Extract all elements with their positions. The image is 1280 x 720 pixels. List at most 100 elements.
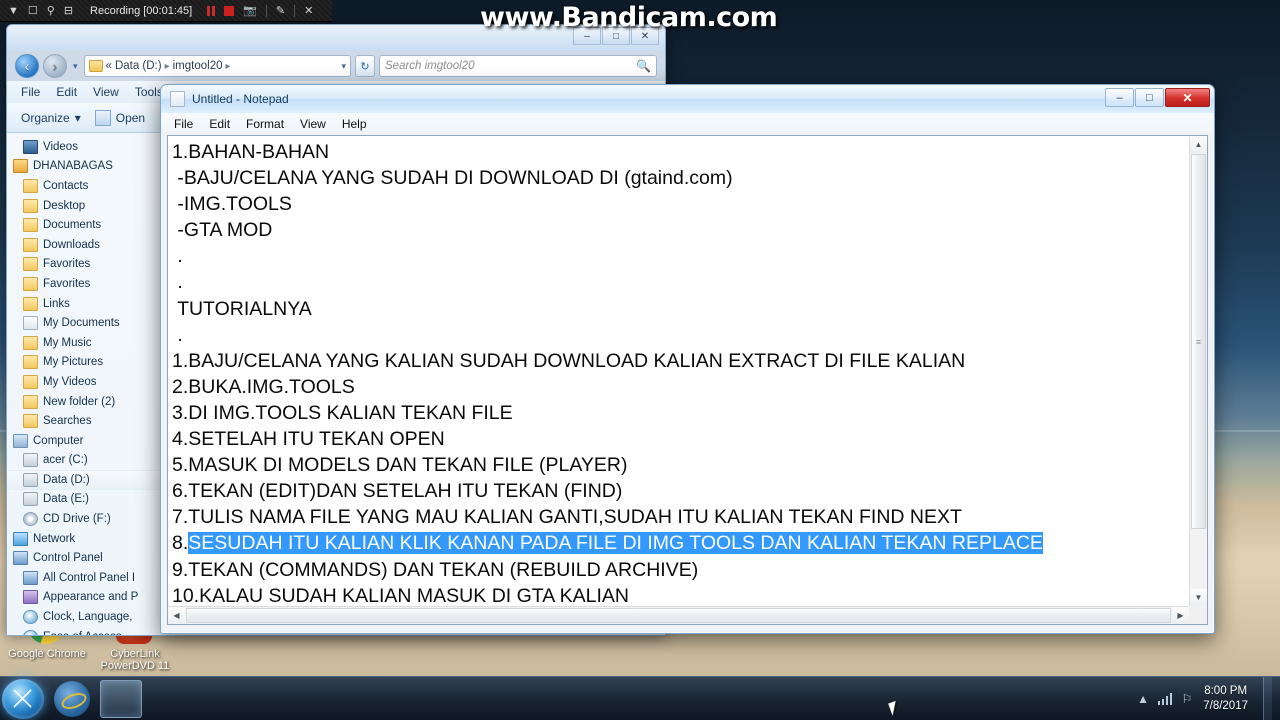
tree-item[interactable]: Videos: [7, 137, 170, 157]
taskbar-button-microsoft-word[interactable]: [144, 680, 186, 718]
tree-item[interactable]: Downloads: [7, 235, 170, 255]
explorer-minimize-button[interactable]: –: [573, 27, 601, 45]
menu-view[interactable]: View: [93, 85, 119, 99]
address-dropdown-icon[interactable]: ▾: [341, 61, 346, 72]
tree-item[interactable]: Favorites: [7, 274, 170, 294]
scroll-up-icon[interactable]: ▲: [1190, 136, 1207, 153]
show-desktop-button[interactable]: [1263, 676, 1272, 720]
tree-item[interactable]: My Videos: [7, 372, 170, 392]
pause-icon[interactable]: [207, 5, 216, 16]
tree-item[interactable]: Appearance and P: [7, 588, 170, 608]
notepad-minimize-button[interactable]: –: [1105, 88, 1134, 107]
region-icon[interactable]: ⊟: [64, 4, 73, 17]
address-chevrons-icon[interactable]: «: [106, 60, 112, 72]
caret-down-icon[interactable]: ▼: [8, 5, 19, 17]
taskbar-button-notepad[interactable]: [496, 680, 538, 718]
tree-item[interactable]: Links: [7, 294, 170, 314]
breadcrumb-imgtool20[interactable]: imgtool20: [173, 60, 223, 72]
taskbar-button-opera-browser[interactable]: [540, 680, 582, 718]
notepad-titlebar[interactable]: Untitled - Notepad – □ ✕: [161, 85, 1214, 113]
notepad-menu-help[interactable]: Help: [342, 117, 367, 131]
tree-item[interactable]: New folder (2): [7, 392, 170, 412]
tree-item[interactable]: My Pictures: [7, 353, 170, 373]
explorer-close-button[interactable]: ✕: [631, 27, 659, 45]
notepad-window[interactable]: Untitled - Notepad – □ ✕ File Edit Forma…: [160, 84, 1215, 634]
stop-icon[interactable]: [224, 5, 235, 16]
menu-edit[interactable]: Edit: [56, 85, 77, 99]
taskbar-button-chromium-browser[interactable]: [276, 680, 318, 718]
taskbar-button-winrar[interactable]: [408, 680, 450, 718]
tree-item[interactable]: All Control Panel I: [7, 568, 170, 588]
tree-item[interactable]: Favorites: [7, 255, 170, 275]
recent-pages-caret-icon[interactable]: ▾: [71, 61, 80, 72]
tree-item[interactable]: Desktop: [7, 196, 170, 216]
tree-item[interactable]: Searches: [7, 411, 170, 431]
explorer-maximize-button[interactable]: □: [602, 27, 630, 45]
tree-item[interactable]: Data (E:): [7, 490, 170, 510]
taskbar-button-vlc-media-player[interactable]: [628, 680, 670, 718]
forward-button[interactable]: ›: [43, 54, 67, 78]
organize-button[interactable]: Organize ▾: [21, 111, 81, 125]
taskbar-button-google-chrome[interactable]: [320, 680, 362, 718]
tree-item[interactable]: acer (C:): [7, 451, 170, 471]
tree-item[interactable]: Control Panel: [7, 548, 170, 568]
tree-item[interactable]: DHANABAGAS: [7, 157, 170, 177]
notepad-menu-view[interactable]: View: [300, 117, 326, 131]
explorer-titlebar[interactable]: – □ ✕: [7, 25, 665, 51]
navigation-pane[interactable]: Videos DHANABAGAS Contacts Desktop Documents…: [7, 133, 171, 635]
scroll-down-icon[interactable]: ▼: [1190, 589, 1207, 606]
notepad-maximize-button[interactable]: □: [1135, 88, 1164, 107]
internet-explorer-icon[interactable]: [54, 680, 90, 717]
magnifier-icon[interactable]: ⚲: [47, 4, 55, 17]
pencil-icon[interactable]: ✎: [276, 4, 285, 17]
tree-item[interactable]: Computer: [7, 431, 170, 451]
refresh-button[interactable]: ↻: [355, 55, 375, 77]
menu-file[interactable]: File: [21, 85, 40, 99]
signal-bars-icon[interactable]: [1157, 692, 1173, 705]
back-button[interactable]: ‹: [15, 54, 39, 78]
search-box[interactable]: Search imgtool20 🔍: [379, 55, 657, 77]
tree-item[interactable]: Contacts: [7, 176, 170, 196]
clock[interactable]: 8:00 PM 7/8/2017: [1201, 684, 1248, 714]
folder-icon: [23, 414, 38, 429]
notepad-menu-file[interactable]: File: [174, 117, 193, 131]
taskbar-button-media-player[interactable]: [188, 680, 230, 718]
close-icon[interactable]: ✕: [304, 4, 313, 17]
notepad-menu-format[interactable]: Format: [246, 117, 284, 131]
notepad-menu-edit[interactable]: Edit: [209, 117, 230, 131]
menu-tools[interactable]: Tools: [135, 85, 163, 99]
notepad-text-area[interactable]: 1.BAHAN-BAHAN -BAJU/CELANA YANG SUDAH DI…: [168, 136, 1189, 606]
address-bar[interactable]: « Data (D:) ▸ imgtool20 ▸ ▾: [83, 55, 351, 77]
scroll-right-icon[interactable]: ▶: [1172, 607, 1189, 624]
start-button[interactable]: [2, 678, 44, 719]
tree-item[interactable]: Clock, Language,: [7, 607, 170, 627]
taskbar-button-uc-browser[interactable]: [452, 680, 494, 718]
taskbar-button-video-editor[interactable]: [584, 680, 626, 718]
horizontal-scrollbar[interactable]: ◀ ▶: [168, 606, 1189, 624]
scroll-left-icon[interactable]: ◀: [168, 607, 185, 624]
taskbar-button-mozilla-firefox[interactable]: [364, 680, 406, 718]
taskbar-button-img-tool[interactable]: [672, 680, 714, 718]
tree-item[interactable]: Network: [7, 529, 170, 549]
breadcrumb-data-d[interactable]: Data (D:): [115, 60, 162, 72]
taskbar-button-windows-explorer[interactable]: [100, 679, 142, 718]
vertical-scrollbar[interactable]: ▲ ▼: [1189, 136, 1207, 606]
tree-item[interactable]: Ease of Access: [7, 627, 170, 635]
notepad-icon: [170, 91, 185, 107]
tree-item[interactable]: My Documents: [7, 313, 170, 333]
notepad-line: 1.BAHAN-BAHAN: [172, 141, 330, 163]
horizontal-scroll-thumb[interactable]: [186, 608, 1171, 623]
window-icon[interactable]: ☐: [28, 4, 38, 17]
tree-item[interactable]: Documents: [7, 215, 170, 235]
camera-icon[interactable]: 📷: [243, 4, 257, 17]
show-hidden-icons-button[interactable]: ▲: [1137, 692, 1149, 706]
open-button[interactable]: Open: [94, 109, 145, 126]
bandicam-recording-bar[interactable]: ▼ ☐ ⚲ ⊟ Recording [00:01:45] 📷 ✎ ✕: [0, 0, 332, 22]
flag-icon[interactable]: ⚐: [1181, 692, 1192, 706]
tree-item[interactable]: Data (D:): [7, 470, 170, 490]
vertical-scroll-thumb[interactable]: [1191, 154, 1206, 529]
tree-item[interactable]: My Music: [7, 333, 170, 353]
tree-item[interactable]: CD Drive (F:): [7, 509, 170, 529]
notepad-close-button[interactable]: ✕: [1165, 88, 1210, 107]
taskbar-button-screenshot-crop-tool[interactable]: [232, 680, 274, 718]
